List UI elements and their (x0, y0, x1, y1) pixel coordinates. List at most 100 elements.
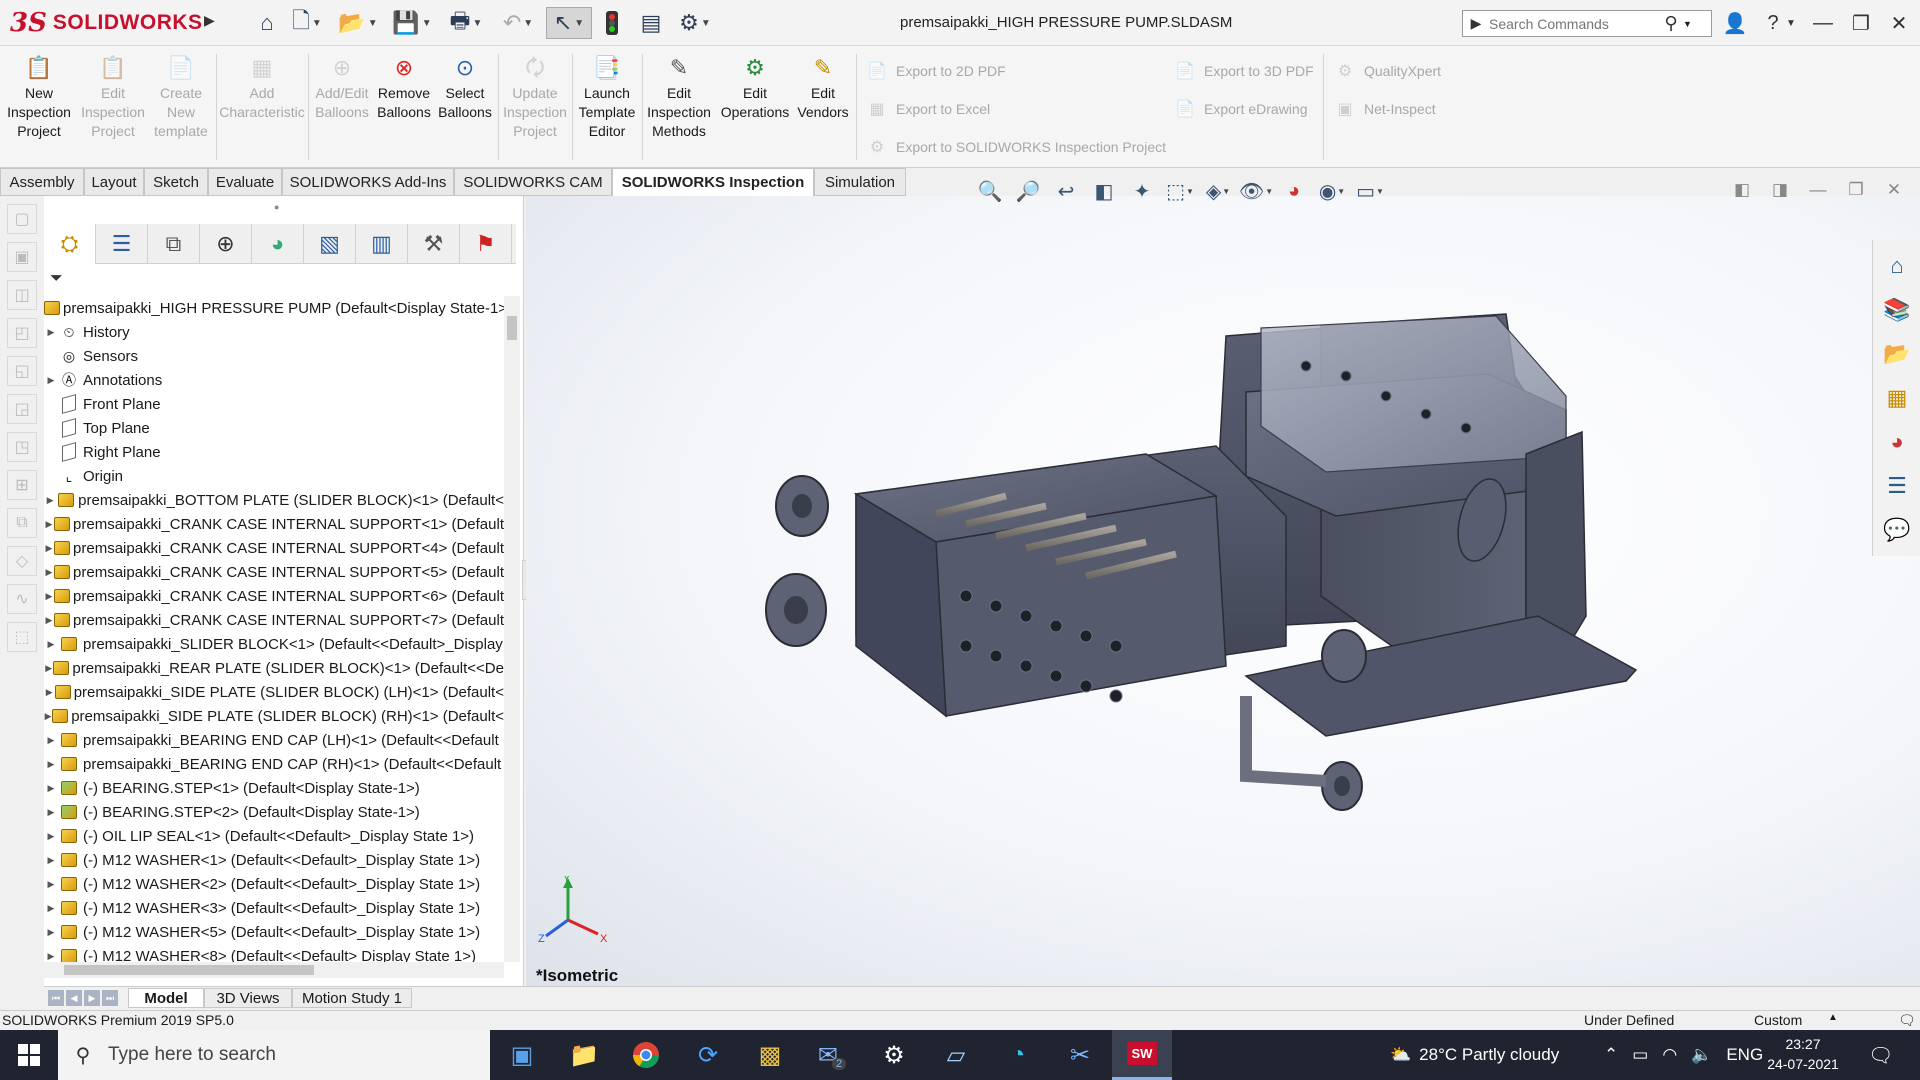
tree-item[interactable]: ▶ ⏲ History (44, 320, 504, 344)
taskbar-search[interactable]: ⚲ Type here to search (58, 1030, 490, 1080)
tree-item[interactable]: Front Plane (44, 392, 504, 416)
section-view-icon[interactable]: ◧ (1089, 177, 1119, 205)
wifi-icon[interactable]: ◠ (1662, 1045, 1677, 1065)
expand-arrow-icon[interactable]: ▶ (44, 663, 53, 674)
expand-arrow-icon[interactable]: ▶ (44, 735, 58, 746)
tab-model[interactable]: Model (128, 988, 204, 1008)
zoom-to-fit-icon[interactable]: 🔍 (975, 177, 1005, 205)
battery-icon[interactable]: ▭ (1632, 1045, 1648, 1065)
tile-right-icon[interactable]: ◨ (1768, 178, 1792, 202)
export-2d-pdf-button[interactable]: 📄 Export to 2D PDF (866, 60, 1006, 82)
tab-assembly[interactable]: Assembly (0, 168, 84, 196)
save-icon[interactable]: 💾 ▼ (390, 7, 434, 39)
tab-3d-views[interactable]: 3D Views (204, 988, 292, 1008)
design-library-icon[interactable]: 📚 (1878, 292, 1916, 328)
tree-item[interactable]: ▶ premsaipakki_REAR PLATE (SLIDER BLOCK)<… (44, 656, 504, 680)
appearances-icon[interactable]: ◕ (1878, 424, 1916, 460)
tree-root-assembly[interactable]: premsaipakki_HIGH PRESSURE PUMP (Default… (44, 296, 504, 320)
mail-icon[interactable]: ✉ 2 (802, 1030, 862, 1080)
tree-item[interactable]: ▶ (-) OIL LIP SEAL<1> (Default<<Default>_… (44, 824, 504, 848)
minimize-icon[interactable]: — (1808, 8, 1838, 38)
tree-item[interactable]: ▶ premsaipakki_CRANK CASE INTERNAL SUPPOR… (44, 512, 504, 536)
display-style-icon[interactable]: ◈ ▼ (1203, 177, 1233, 205)
expand-arrow-icon[interactable]: ▶ (44, 951, 58, 962)
viewport-close-icon[interactable]: ✕ (1882, 178, 1906, 202)
volume-icon[interactable]: 🔈 (1691, 1045, 1712, 1065)
tree-vertical-scrollbar[interactable] (504, 296, 520, 962)
edit-operations-button[interactable]: ⚙ Edit Operations (716, 52, 794, 122)
tree-item[interactable]: ▶ (-) M12 WASHER<3> (Default<<Default>_Di… (44, 896, 504, 920)
configuration-manager-tab-icon[interactable]: ⧉ (148, 224, 200, 264)
edit-inspection-methods-button[interactable]: ✎ Edit Inspection Methods (644, 52, 714, 141)
expand-arrow-icon[interactable]: ▶ (44, 567, 54, 578)
create-new-template-button[interactable]: 📄 Create New template (150, 52, 212, 141)
open-folder-icon[interactable]: 📂 ▼ (336, 7, 380, 39)
tree-item[interactable]: ▶ (-) BEARING.STEP<2> (Default<Display St… (44, 800, 504, 824)
solidworks-logo[interactable]: 3S SOLIDWORKS (10, 4, 202, 42)
sketch-tool-icon[interactable]: ▢ (7, 204, 37, 234)
pump-model[interactable] (526, 196, 1920, 986)
expand-arrow-icon[interactable]: ▶ (44, 927, 58, 938)
cam-feature-tree-tab-icon[interactable]: ▧ (304, 224, 356, 264)
view-orientation-icon[interactable]: ⬚ ▼ (1165, 177, 1195, 205)
tree-item[interactable]: ▶ premsaipakki_BOTTOM PLATE (SLIDER BLOCK… (44, 488, 504, 512)
zoom-to-area-icon[interactable]: 🔎 (1013, 177, 1043, 205)
tab-solidworks-cam[interactable]: SOLIDWORKS CAM (454, 168, 612, 196)
search-icon[interactable]: ⚲ (1659, 13, 1683, 34)
expand-arrow-icon[interactable]: ▶ (44, 855, 58, 866)
sweep-tool-icon[interactable]: ◰ (7, 318, 37, 348)
instant3d-tool-icon[interactable]: ⬚ (7, 622, 37, 652)
tree-item[interactable]: ▶ Ⓐ Annotations (44, 368, 504, 392)
mirror-tool-icon[interactable]: ⧉ (7, 508, 37, 538)
edit-appearance-icon[interactable]: ◕ (1279, 177, 1309, 205)
loft-tool-icon[interactable]: ◱ (7, 356, 37, 386)
sync-app-icon[interactable]: ⟳ (678, 1030, 738, 1080)
restore-icon[interactable]: ❐ (1846, 8, 1876, 38)
tree-horizontal-scrollbar[interactable] (44, 962, 504, 978)
start-button[interactable] (0, 1030, 58, 1080)
tree-item[interactable]: ▶ premsaipakki_BEARING END CAP (LH)<1> (D… (44, 728, 504, 752)
tree-item[interactable]: ▶ premsaipakki_BEARING END CAP (RH)<1> (D… (44, 752, 504, 776)
launch-template-editor-button[interactable]: 📑 Launch Template Editor (574, 52, 640, 141)
tree-item[interactable]: ⌞ Origin (44, 464, 504, 488)
select-arrow-icon[interactable]: ↖ ▼ (546, 7, 592, 39)
cam-operation-tree-tab-icon[interactable]: ▥ (356, 224, 408, 264)
view-palette-icon[interactable]: ▦ (1878, 380, 1916, 416)
search-dropdown-icon[interactable]: ▼ (1683, 19, 1692, 29)
apply-scene-icon[interactable]: ◉ ▼ (1317, 177, 1347, 205)
next-tab-icon[interactable]: ▶ (84, 990, 100, 1006)
search-commands-box[interactable]: ▶ ⚲ ▼ (1462, 10, 1712, 37)
expand-arrow-icon[interactable]: ▶ (44, 831, 58, 842)
update-inspection-project-button[interactable]: 🗘 Update Inspection Project (500, 52, 570, 141)
notes-app-icon[interactable]: ▱ (926, 1030, 986, 1080)
edit-inspection-project-button[interactable]: 📋 Edit Inspection Project (78, 52, 148, 141)
show-hidden-icons-icon[interactable]: ⌃ (1604, 1045, 1618, 1065)
weather-widget[interactable]: ⛅ 28°C Partly cloudy (1390, 1030, 1559, 1080)
expand-arrow-icon[interactable]: ▶ (44, 519, 54, 530)
expand-arrow-icon[interactable]: ▶ (44, 783, 58, 794)
export-excel-button[interactable]: ▦ Export to Excel (866, 98, 990, 120)
tab-sketch[interactable]: Sketch (144, 168, 208, 196)
logo-menu-arrow-icon[interactable]: ▶ (204, 12, 215, 32)
panel-grip-icon[interactable]: ● (274, 202, 279, 212)
tree-item[interactable]: ◎ Sensors (44, 344, 504, 368)
tab-motion-study[interactable]: Motion Study 1 (292, 988, 412, 1008)
expand-arrow-icon[interactable]: ▶ (44, 879, 58, 890)
display-manager-tab-icon[interactable]: ◕ (252, 224, 304, 264)
clock[interactable]: 23:27 24-07-2021 (1763, 1034, 1843, 1074)
edge-icon[interactable]: ◔ (988, 1030, 1048, 1080)
dynamic-annotation-icon[interactable]: ✦ (1127, 177, 1157, 205)
dimxpert-tab-icon[interactable]: ⊕ (200, 224, 252, 264)
feature-tree-tab-icon[interactable]: ⛭ (44, 224, 96, 264)
help-dropdown-icon[interactable]: ▼ (1784, 8, 1798, 38)
last-tab-icon[interactable]: ⏭ (102, 990, 118, 1006)
tree-item[interactable]: ▶ (-) M12 WASHER<5> (Default<<Default>_Di… (44, 920, 504, 944)
new-document-icon[interactable]: 🗋 ▼ (290, 7, 324, 39)
user-account-icon[interactable]: 👤 (1720, 8, 1750, 38)
solidworks-resources-icon[interactable]: ⌂ (1878, 248, 1916, 284)
view-settings-icon[interactable]: ▭ ▼ (1355, 177, 1385, 205)
scroll-thumb[interactable] (64, 965, 314, 975)
search-scope-icon[interactable]: ▶ (1463, 11, 1489, 36)
status-comment-icon[interactable]: 🗨 (1898, 1012, 1916, 1029)
home-icon[interactable]: ⌂ (250, 7, 284, 39)
